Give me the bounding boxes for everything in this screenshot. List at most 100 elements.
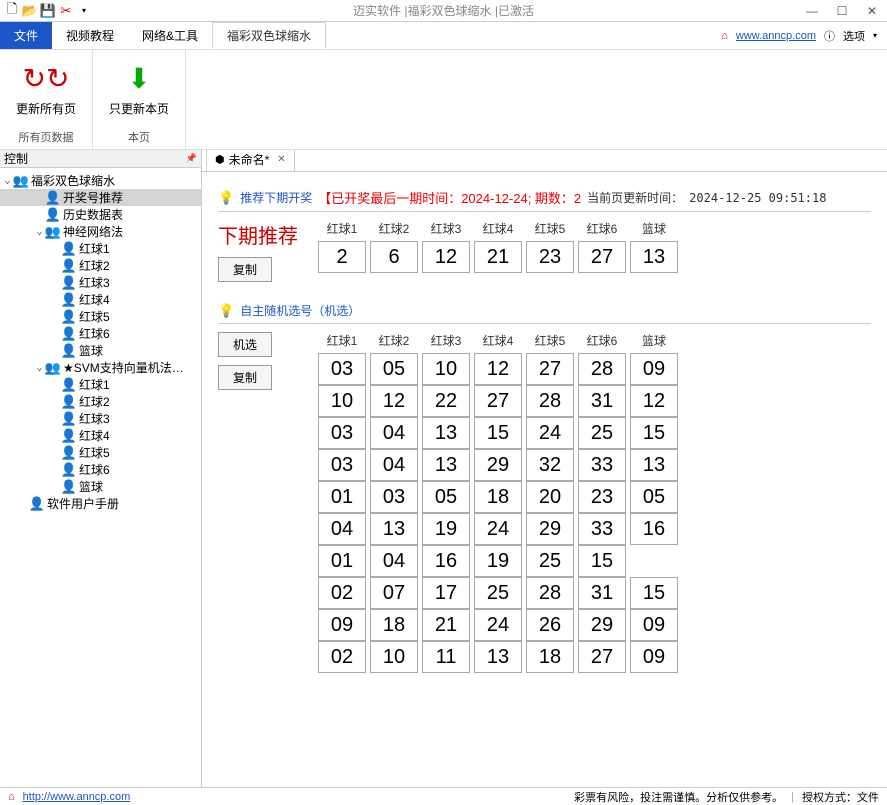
user-icon: 👤 <box>61 479 77 495</box>
status-url[interactable]: http://www.anncp.com <box>23 791 131 803</box>
ribbon-group-title: 所有页数据 <box>19 125 74 145</box>
random-button[interactable]: 机选 <box>218 332 272 357</box>
tab-network-tools[interactable]: 网络&工具 <box>128 22 212 49</box>
home-icon: ⌂ <box>721 30 728 42</box>
number-cell: 10 <box>318 385 366 417</box>
tree-item[interactable]: ⌄👥★SVM支持向量机法… <box>0 359 201 376</box>
new-icon[interactable]: 🗋 <box>4 3 20 19</box>
open-icon[interactable]: 📂 <box>22 3 38 19</box>
cube-icon: ⬢ <box>215 153 225 166</box>
close-tab-icon[interactable]: ✕ <box>277 154 285 165</box>
tree-item[interactable]: 👤篮球 <box>0 478 201 495</box>
tree-item[interactable]: 👤红球6 <box>0 461 201 478</box>
document-tab[interactable]: ⬢ 未命名* ✕ <box>206 150 295 171</box>
website-link[interactable]: www.anncp.com <box>736 30 816 42</box>
column-header: 红球2 <box>370 332 418 349</box>
tree-item[interactable]: 👤红球2 <box>0 257 201 274</box>
cut-icon[interactable]: ✂ <box>58 3 74 19</box>
document-tabs: ⬢ 未命名* ✕ <box>202 150 887 172</box>
tree-item[interactable]: 👤红球3 <box>0 410 201 427</box>
refresh-all-button[interactable]: ↻↻ 更新所有页 <box>10 54 82 121</box>
column-header: 红球5 <box>526 220 574 237</box>
random-link[interactable]: 自主随机选号（机选） <box>240 302 360 319</box>
tree-item[interactable]: 👤历史数据表 <box>0 206 201 223</box>
dropdown-icon[interactable]: ▾ <box>76 3 92 19</box>
table-header-row: 红球1红球2红球3红球4红球5红球6篮球 <box>318 332 678 349</box>
tree-item[interactable]: ⌄👥神经网络法 <box>0 223 201 240</box>
lightbulb-icon: 💡 <box>218 190 234 206</box>
user-icon: 👤 <box>61 309 77 325</box>
window-title: 迈实软件 |福彩双色球缩水 |已激活 <box>353 2 534 19</box>
tab-video-tutorial[interactable]: 视频教程 <box>52 22 128 49</box>
status-bar: ⌂ http://www.anncp.com 彩票有风险，投注需谨慎。分析仅供参… <box>0 787 887 805</box>
tree-item-label: 历史数据表 <box>63 206 123 223</box>
save-icon[interactable]: 💾 <box>40 3 56 19</box>
number-cell: 22 <box>422 385 470 417</box>
number-cell: 28 <box>526 385 574 417</box>
tree-item[interactable]: 👤开奖号推荐 <box>0 189 201 206</box>
refresh-current-button[interactable]: ⬇ 只更新本页 <box>103 54 175 121</box>
number-cell: 19 <box>422 513 470 545</box>
tree-root[interactable]: ⌄ 👥 福彩双色球缩水 <box>0 172 201 189</box>
maximize-button[interactable]: ☐ <box>827 1 857 21</box>
copy-button[interactable]: 复制 <box>218 365 272 390</box>
number-cell: 32 <box>526 449 574 481</box>
number-cell: 05 <box>630 481 678 513</box>
tree-item-label: 红球5 <box>79 444 110 461</box>
number-cell: 13 <box>630 241 678 273</box>
tree-item[interactable]: 👤红球6 <box>0 325 201 342</box>
number-cell: 15 <box>474 417 522 449</box>
tab-lottery[interactable]: 福彩双色球缩水 <box>212 22 326 49</box>
tree-item[interactable]: 👤红球5 <box>0 308 201 325</box>
chevron-down-icon[interactable]: ▾ <box>873 31 877 40</box>
number-cell: 23 <box>526 241 574 273</box>
minimize-button[interactable]: — <box>797 1 827 21</box>
tree-collapse-icon[interactable]: ⌄ <box>34 226 45 237</box>
number-cell: 18 <box>474 481 522 513</box>
close-button[interactable]: ✕ <box>857 1 887 21</box>
ribbon-group-all-pages: ↻↻ 更新所有页 所有页数据 <box>0 50 93 149</box>
tab-file[interactable]: 文件 <box>0 22 52 49</box>
options-label[interactable]: 选项 <box>843 28 865 44</box>
tree-item[interactable]: 👤软件用户手册 <box>0 495 201 512</box>
number-cell: 29 <box>526 513 574 545</box>
tree-collapse-icon[interactable]: ⌄ <box>34 362 45 373</box>
table-row: 261221232713 <box>318 241 678 273</box>
number-cell: 03 <box>318 417 366 449</box>
column-header: 篮球 <box>630 220 678 237</box>
copy-button[interactable]: 复制 <box>218 257 272 282</box>
number-cell: 02 <box>318 577 366 609</box>
tree-item-label: 红球3 <box>79 410 110 427</box>
recommend-link[interactable]: 推荐下期开奖 <box>240 189 312 206</box>
tree-item[interactable]: 👤篮球 <box>0 342 201 359</box>
tree-item[interactable]: 👤红球4 <box>0 291 201 308</box>
tree-item[interactable]: 👤红球4 <box>0 427 201 444</box>
number-cell: 27 <box>578 241 626 273</box>
tree-collapse-icon[interactable]: ⌄ <box>2 175 13 186</box>
user-icon: 👤 <box>45 190 61 206</box>
number-cell: 21 <box>422 609 470 641</box>
number-cell: 23 <box>578 481 626 513</box>
user-icon: 👤 <box>61 462 77 478</box>
number-cell: 09 <box>318 609 366 641</box>
tree-item[interactable]: 👤红球1 <box>0 240 201 257</box>
number-cell: 24 <box>474 609 522 641</box>
tree-item[interactable]: 👤红球3 <box>0 274 201 291</box>
tree-panel: 控制 📌 ⌄ 👥 福彩双色球缩水 👤开奖号推荐👤历史数据表⌄👥神经网络法👤红球1… <box>0 150 202 787</box>
number-cell: 33 <box>578 449 626 481</box>
auth-mode: 授权方式：文件 <box>802 789 879 805</box>
column-header: 红球3 <box>422 220 470 237</box>
tree-view[interactable]: ⌄ 👥 福彩双色球缩水 👤开奖号推荐👤历史数据表⌄👥神经网络法👤红球1👤红球2👤… <box>0 168 201 787</box>
content-area: ⬢ 未命名* ✕ 💡 推荐下期开奖 【已开奖最后一期时间：2024-12-24;… <box>202 150 887 787</box>
tree-item-label: 红球6 <box>79 325 110 342</box>
pin-icon[interactable]: 📌 <box>186 153 197 164</box>
user-icon: 👤 <box>61 275 77 291</box>
tree-item[interactable]: 👤红球2 <box>0 393 201 410</box>
number-cell: 13 <box>422 417 470 449</box>
table-row: 03041329323313 <box>318 449 678 481</box>
tree-item[interactable]: 👤红球1 <box>0 376 201 393</box>
user-icon: 👤 <box>61 428 77 444</box>
tree-item[interactable]: 👤红球5 <box>0 444 201 461</box>
window-controls: — ☐ ✕ <box>797 1 887 21</box>
menu-bar: 文件 视频教程 网络&工具 福彩双色球缩水 ⌂ www.anncp.com ⓘ … <box>0 22 887 50</box>
